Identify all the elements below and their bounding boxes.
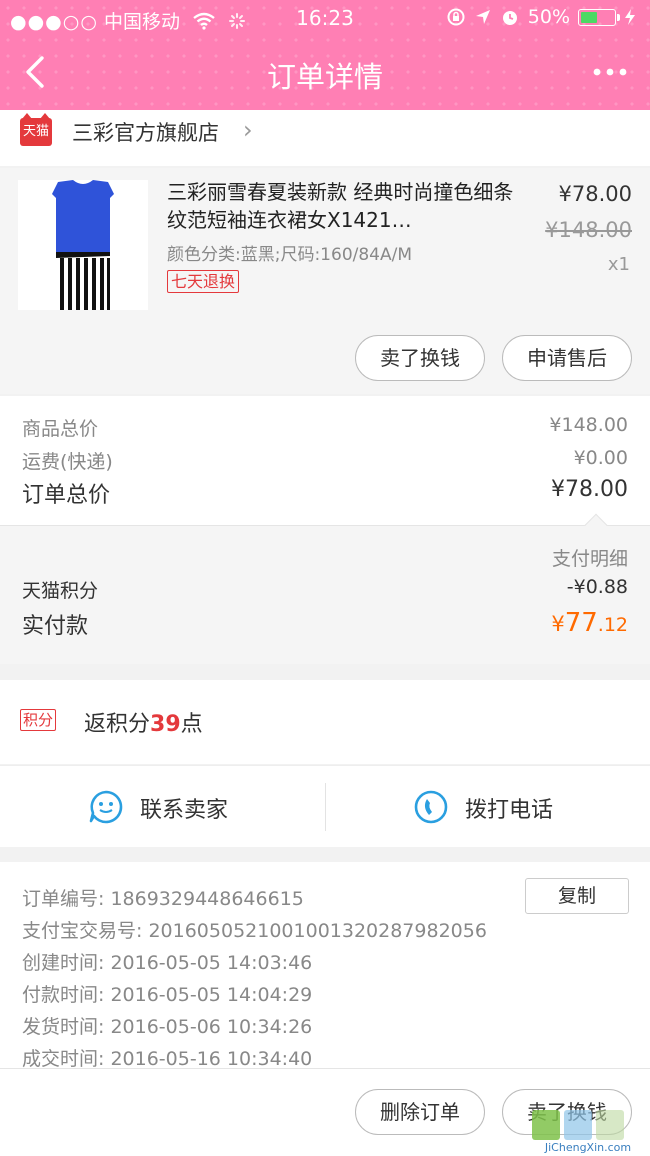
paid-amount-label: 实付款 bbox=[22, 614, 89, 639]
points-suffix: 点 bbox=[180, 712, 203, 737]
order-info: 订单编号: 1869329448646615 复制 支付宝交易号: 201605… bbox=[0, 862, 650, 1071]
product-original-price: ¥148.00 bbox=[545, 218, 632, 242]
order-total-value: ¥78.00 bbox=[551, 477, 628, 502]
shipped-time-label: 发货时间: bbox=[22, 1016, 105, 1038]
contact-bar: 联系卖家 拨打电话 bbox=[0, 765, 650, 847]
call-phone-label: 拨打电话 bbox=[465, 798, 554, 823]
apply-aftersale-button[interactable]: 申请售后 bbox=[502, 335, 632, 381]
product-card[interactable]: 三彩丽雪春夏装新款 经典时尚撞色细条纹范短袖连衣裙女X1421… 颜色分类:蓝黑… bbox=[0, 168, 650, 394]
tmall-points-value: -¥0.88 bbox=[566, 576, 628, 598]
battery-fill bbox=[581, 11, 597, 23]
delete-order-button[interactable]: 删除订单 bbox=[355, 1089, 485, 1135]
contact-seller-label: 联系卖家 bbox=[140, 798, 229, 823]
site-watermark: JiChengXin.com bbox=[530, 1106, 646, 1154]
order-number-label: 订单编号: bbox=[22, 888, 105, 910]
chat-bubble-icon bbox=[89, 790, 123, 824]
order-total-label: 订单总价 bbox=[22, 483, 111, 508]
watermark-logo: JiChengXin.com bbox=[532, 1110, 631, 1154]
sell-for-cash-button[interactable]: 卖了换钱 bbox=[355, 335, 485, 381]
points-badge: 积分 bbox=[20, 709, 57, 731]
shipping-value: ¥0.00 bbox=[573, 447, 628, 469]
page-title: 订单详情 bbox=[266, 60, 383, 94]
payment-detail-label: 支付明细 bbox=[551, 548, 628, 570]
top-bar: ●●●○○ 中国移动 16:23 50% 订单详情 bbox=[0, 0, 650, 110]
shop-row[interactable]: 天猫 三彩官方旗舰店 › bbox=[0, 110, 650, 166]
tmall-points-label: 天猫积分 bbox=[22, 580, 99, 602]
paid-time-label: 付款时间: bbox=[22, 984, 105, 1006]
payment-detail: 支付明细 天猫积分 -¥0.88 实付款 ¥77.12 bbox=[0, 513, 650, 664]
paid-time-value: 2016-05-05 14:04:29 bbox=[110, 984, 313, 1006]
alipay-number-label: 支付宝交易号: bbox=[22, 920, 143, 942]
paid-decimal: .12 bbox=[597, 614, 628, 636]
created-time-row: 创建时间: 2016-05-05 14:03:46 bbox=[22, 948, 312, 975]
status-bar: ●●●○○ 中国移动 16:23 50% bbox=[0, 0, 650, 36]
paid-time-row: 付款时间: 2016-05-05 14:04:29 bbox=[22, 980, 312, 1007]
tmall-logo-icon: 天猫 bbox=[20, 113, 52, 146]
product-image[interactable] bbox=[18, 180, 148, 310]
closed-time-label: 成交时间: bbox=[22, 1048, 105, 1070]
points-value: 39 bbox=[150, 712, 181, 737]
created-time-label: 创建时间: bbox=[22, 952, 105, 974]
shipped-time-row: 发货时间: 2016-05-06 10:34:26 bbox=[22, 1012, 312, 1039]
nav-bar: 订单详情 bbox=[0, 36, 650, 110]
reward-points-text: 返积分39点 bbox=[84, 706, 203, 738]
battery-percent: 50% bbox=[527, 6, 570, 28]
paid-amount-value: ¥77.12 bbox=[551, 608, 628, 638]
goods-total-value: ¥148.00 bbox=[549, 414, 628, 436]
alipay-number-row: 支付宝交易号: 2016050521001001320287982056 bbox=[22, 916, 487, 943]
chevron-right-icon: › bbox=[243, 116, 253, 144]
product-spec: 颜色分类:蓝黑;尺码:160/84A/M bbox=[167, 245, 413, 265]
paid-currency: ¥ bbox=[551, 612, 565, 636]
closed-time-row: 成交时间: 2016-05-16 10:34:40 bbox=[22, 1044, 312, 1071]
more-options-icon[interactable] bbox=[590, 54, 630, 90]
reward-points: 积分 返积分39点 bbox=[0, 680, 650, 764]
order-number-value[interactable]: 1869329448646615 bbox=[110, 888, 303, 910]
product-price: ¥78.00 bbox=[558, 182, 632, 206]
dress-thumbnail bbox=[18, 180, 148, 310]
shipped-time-value: 2016-05-06 10:34:26 bbox=[110, 1016, 313, 1038]
battery-icon bbox=[578, 8, 620, 26]
rotation-lock-icon bbox=[447, 8, 465, 26]
status-right: 50% bbox=[446, 6, 636, 28]
paid-integer: 77 bbox=[564, 608, 598, 638]
location-arrow-icon bbox=[475, 10, 490, 24]
alipay-number-value: 2016050521001001320287982056 bbox=[148, 920, 487, 942]
return-policy-badge: 七天退换 bbox=[167, 270, 240, 293]
alarm-clock-icon bbox=[502, 11, 517, 25]
copy-button[interactable]: 复制 bbox=[525, 878, 629, 914]
order-number-row: 订单编号: 1869329448646615 bbox=[22, 884, 304, 911]
shipping-label: 运费(快递) bbox=[22, 451, 113, 473]
watermark-text: JiChengXin.com bbox=[544, 1141, 631, 1154]
points-prefix: 返积分 bbox=[84, 712, 151, 737]
call-phone-button[interactable]: 拨打电话 bbox=[325, 766, 650, 848]
product-quantity: x1 bbox=[607, 254, 630, 275]
phone-icon bbox=[414, 790, 448, 824]
price-summary: 商品总价 ¥148.00 运费(快递) ¥0.00 订单总价 ¥78.00 bbox=[0, 396, 650, 526]
goods-total-label: 商品总价 bbox=[22, 418, 99, 440]
product-title[interactable]: 三彩丽雪春夏装新款 经典时尚撞色细条纹范短袖连衣裙女X1421… bbox=[167, 178, 517, 234]
closed-time-value: 2016-05-16 10:34:40 bbox=[110, 1048, 313, 1070]
charging-bolt-icon bbox=[625, 9, 635, 25]
contact-seller-button[interactable]: 联系卖家 bbox=[0, 766, 325, 848]
created-time-value: 2016-05-05 14:03:46 bbox=[110, 952, 313, 974]
shop-name[interactable]: 三彩官方旗舰店 bbox=[72, 117, 219, 147]
